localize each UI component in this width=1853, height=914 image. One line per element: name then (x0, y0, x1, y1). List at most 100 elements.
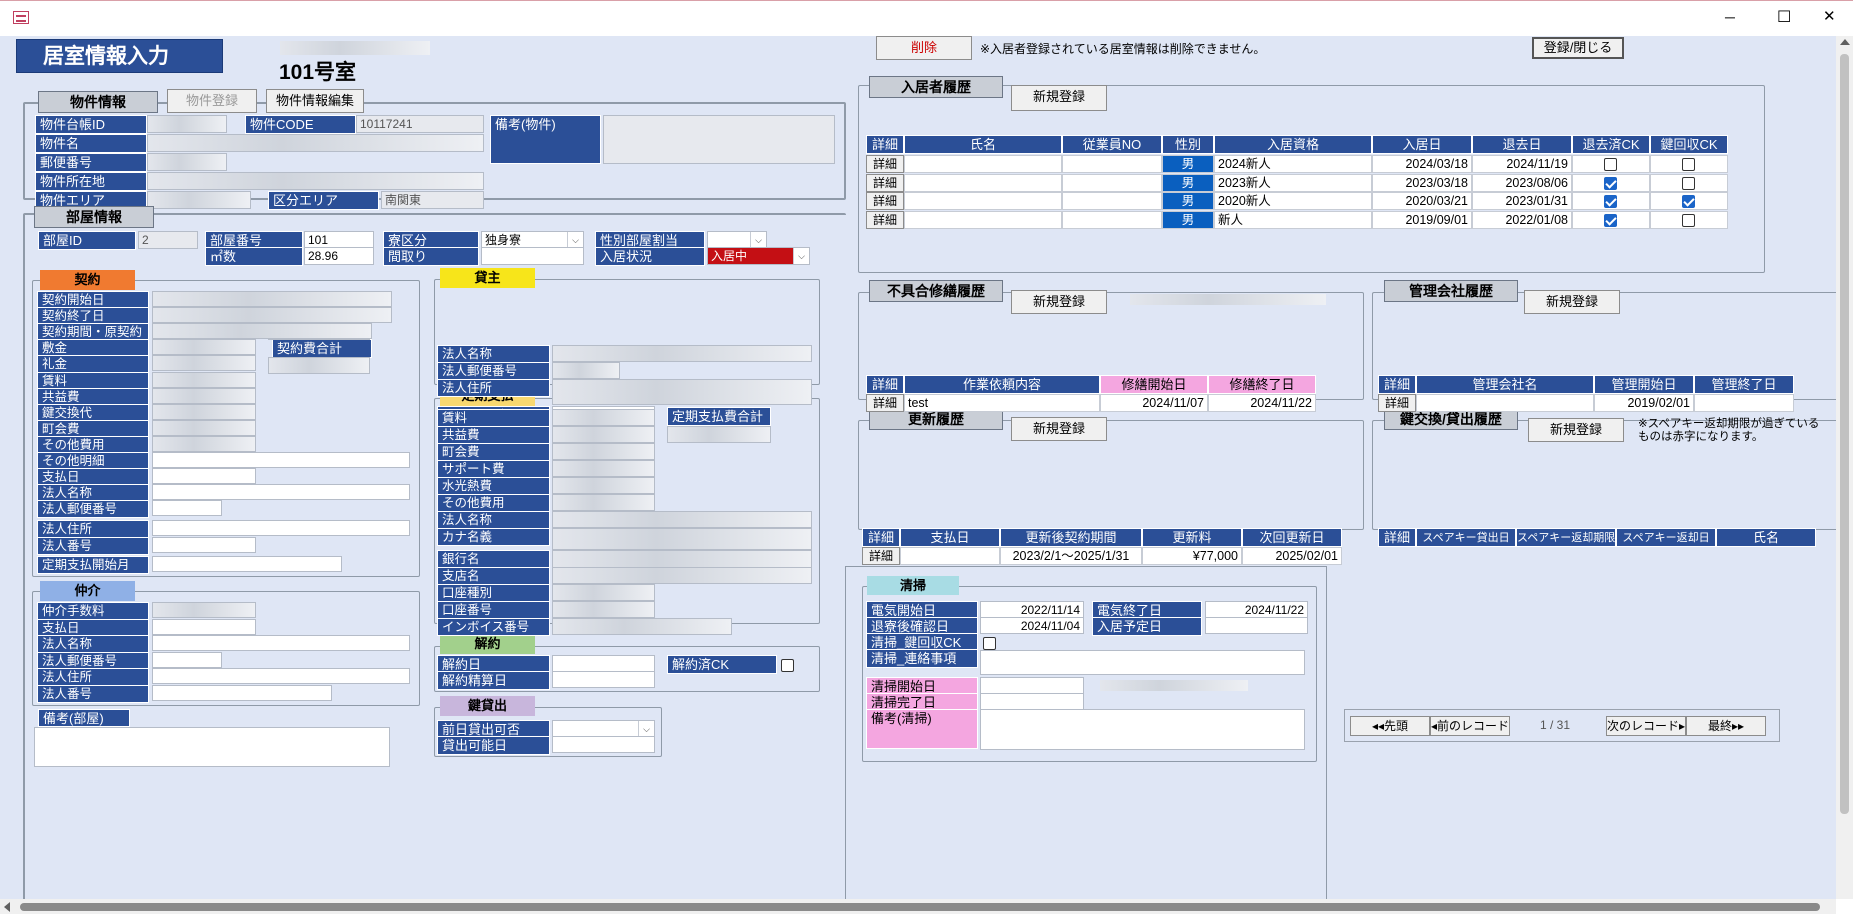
periodic-field[interactable] (552, 443, 655, 460)
key-returned-checkbox[interactable] (1682, 176, 1695, 190)
clean-done-field[interactable] (980, 693, 1084, 710)
broker-field[interactable] (152, 684, 332, 701)
address-field[interactable] (147, 172, 484, 190)
property-edit-button[interactable]: 物件情報編集 (266, 89, 364, 113)
renewal-new-button[interactable]: 新規登録 (1011, 417, 1107, 441)
scroll-up-icon[interactable] (1840, 39, 1850, 45)
contract-field[interactable] (152, 403, 256, 420)
contract-field[interactable] (152, 484, 410, 501)
resident-detail-button[interactable]: 詳細 (866, 173, 904, 192)
moved-out-checkbox[interactable] (1604, 214, 1617, 228)
periodic-field[interactable] (552, 460, 655, 477)
broker-field[interactable] (152, 651, 222, 668)
periodic-field[interactable] (552, 477, 655, 494)
contract-field[interactable] (152, 419, 256, 436)
resident-new-button[interactable]: 新規登録 (1011, 85, 1107, 111)
room-notes-field[interactable] (34, 727, 390, 767)
contract-field[interactable] (152, 435, 256, 452)
scroll-thumb[interactable] (1840, 54, 1849, 814)
landlord-name-field[interactable] (552, 345, 812, 362)
movein-field[interactable] (1205, 617, 1308, 634)
periodic-field[interactable] (552, 528, 812, 550)
cancel-settle-field[interactable] (552, 671, 655, 688)
periodic-field[interactable] (552, 511, 812, 528)
nav-first-button[interactable]: ◂◂先頭 (1350, 716, 1430, 736)
landlord-postal-field[interactable] (552, 362, 620, 379)
contract-field[interactable] (152, 452, 410, 468)
periodic-field[interactable] (552, 426, 655, 443)
contract-field[interactable] (152, 555, 342, 572)
periodic-field[interactable] (552, 567, 812, 584)
horizontal-scrollbar[interactable] (0, 899, 1836, 914)
clean-start-field[interactable] (980, 677, 1084, 694)
landlord-address-field[interactable] (552, 379, 812, 405)
periodic-field[interactable] (552, 618, 732, 635)
mgmt-detail-button[interactable]: 詳細 (1378, 394, 1416, 412)
zone-field[interactable]: 南関東 (381, 191, 484, 209)
room-id-field[interactable]: 2 (138, 231, 198, 249)
close-icon[interactable]: ✕ (1823, 7, 1836, 25)
contract-field[interactable] (152, 500, 222, 517)
vertical-scrollbar[interactable] (1836, 36, 1853, 899)
elec-start-field[interactable]: 2022/11/14 (980, 601, 1084, 618)
repair-new-button[interactable]: 新規登録 (1011, 290, 1107, 314)
periodic-total-value[interactable] (667, 426, 771, 443)
property-name-field[interactable] (147, 134, 484, 152)
broker-field[interactable] (152, 635, 410, 651)
key-lend-date-field[interactable] (552, 736, 655, 753)
status-select[interactable]: 入居中 ⌵ (707, 247, 810, 265)
scroll-left-icon[interactable] (4, 902, 10, 912)
layout-field[interactable] (481, 247, 584, 265)
confirm-field[interactable]: 2024/11/04 (980, 617, 1084, 634)
key-new-button[interactable]: 新規登録 (1528, 418, 1624, 442)
key-lend-prev-select[interactable]: ⌵ (552, 720, 655, 737)
nav-prev-button[interactable]: ◂前のレコード (1430, 716, 1510, 736)
nav-next-button[interactable]: 次のレコード▸ (1606, 716, 1686, 736)
minimize-icon[interactable]: ─ (1725, 9, 1735, 25)
contract-total-value[interactable] (268, 357, 370, 374)
maximize-icon[interactable]: ☐ (1777, 7, 1791, 27)
contract-field[interactable] (152, 291, 392, 307)
periodic-field[interactable] (552, 409, 655, 426)
cancel-date-field[interactable] (552, 655, 655, 672)
moved-out-checkbox[interactable] (1604, 195, 1617, 209)
key-returned-checkbox[interactable] (1682, 158, 1695, 171)
contract-field[interactable] (152, 355, 256, 372)
cancel-done-checkbox[interactable] (781, 659, 794, 672)
elec-end-field[interactable]: 2024/11/22 (1205, 601, 1308, 618)
broker-field[interactable] (152, 618, 256, 635)
periodic-field[interactable] (552, 494, 655, 511)
key-returned-checkbox[interactable] (1682, 214, 1695, 228)
contract-field[interactable] (152, 371, 256, 388)
periodic-field[interactable] (552, 584, 655, 601)
contract-field[interactable] (152, 520, 410, 537)
periodic-field[interactable] (552, 601, 655, 618)
room-area-field[interactable]: 28.96 (304, 247, 374, 265)
resident-detail-button[interactable]: 詳細 (866, 211, 904, 230)
save-close-button[interactable]: 登録/閉じる (1532, 37, 1624, 59)
delete-button[interactable]: 削除 (876, 36, 972, 60)
contract-field[interactable] (152, 468, 256, 485)
clean-keyck-checkbox[interactable] (983, 637, 996, 650)
contract-field[interactable] (152, 339, 256, 356)
chevron-down-icon[interactable]: ⌵ (638, 721, 654, 736)
key-returned-checkbox[interactable] (1682, 195, 1695, 209)
moved-out-checkbox[interactable] (1604, 176, 1617, 190)
mgmt-new-button[interactable]: 新規登録 (1524, 290, 1620, 314)
moved-out-checkbox[interactable] (1604, 158, 1617, 171)
nav-last-button[interactable]: 最終▸▸ (1686, 716, 1766, 736)
property-code-field[interactable]: 10117241 (356, 115, 484, 133)
chevron-down-icon[interactable]: ⌵ (793, 248, 809, 264)
area-field[interactable] (147, 191, 251, 209)
contract-field[interactable] (152, 323, 372, 340)
resident-detail-button[interactable]: 詳細 (866, 155, 904, 173)
property-notes-field[interactable] (603, 115, 835, 164)
broker-field[interactable] (152, 668, 410, 684)
contract-field[interactable] (152, 536, 256, 553)
clean-notes-field[interactable] (980, 709, 1305, 750)
hscroll-thumb[interactable] (20, 903, 1820, 911)
postal-field[interactable] (147, 153, 227, 171)
chevron-down-icon[interactable]: ⌵ (750, 232, 766, 248)
chevron-down-icon[interactable]: ⌵ (567, 232, 583, 248)
property-register-button[interactable]: 物件登録 (167, 89, 257, 113)
